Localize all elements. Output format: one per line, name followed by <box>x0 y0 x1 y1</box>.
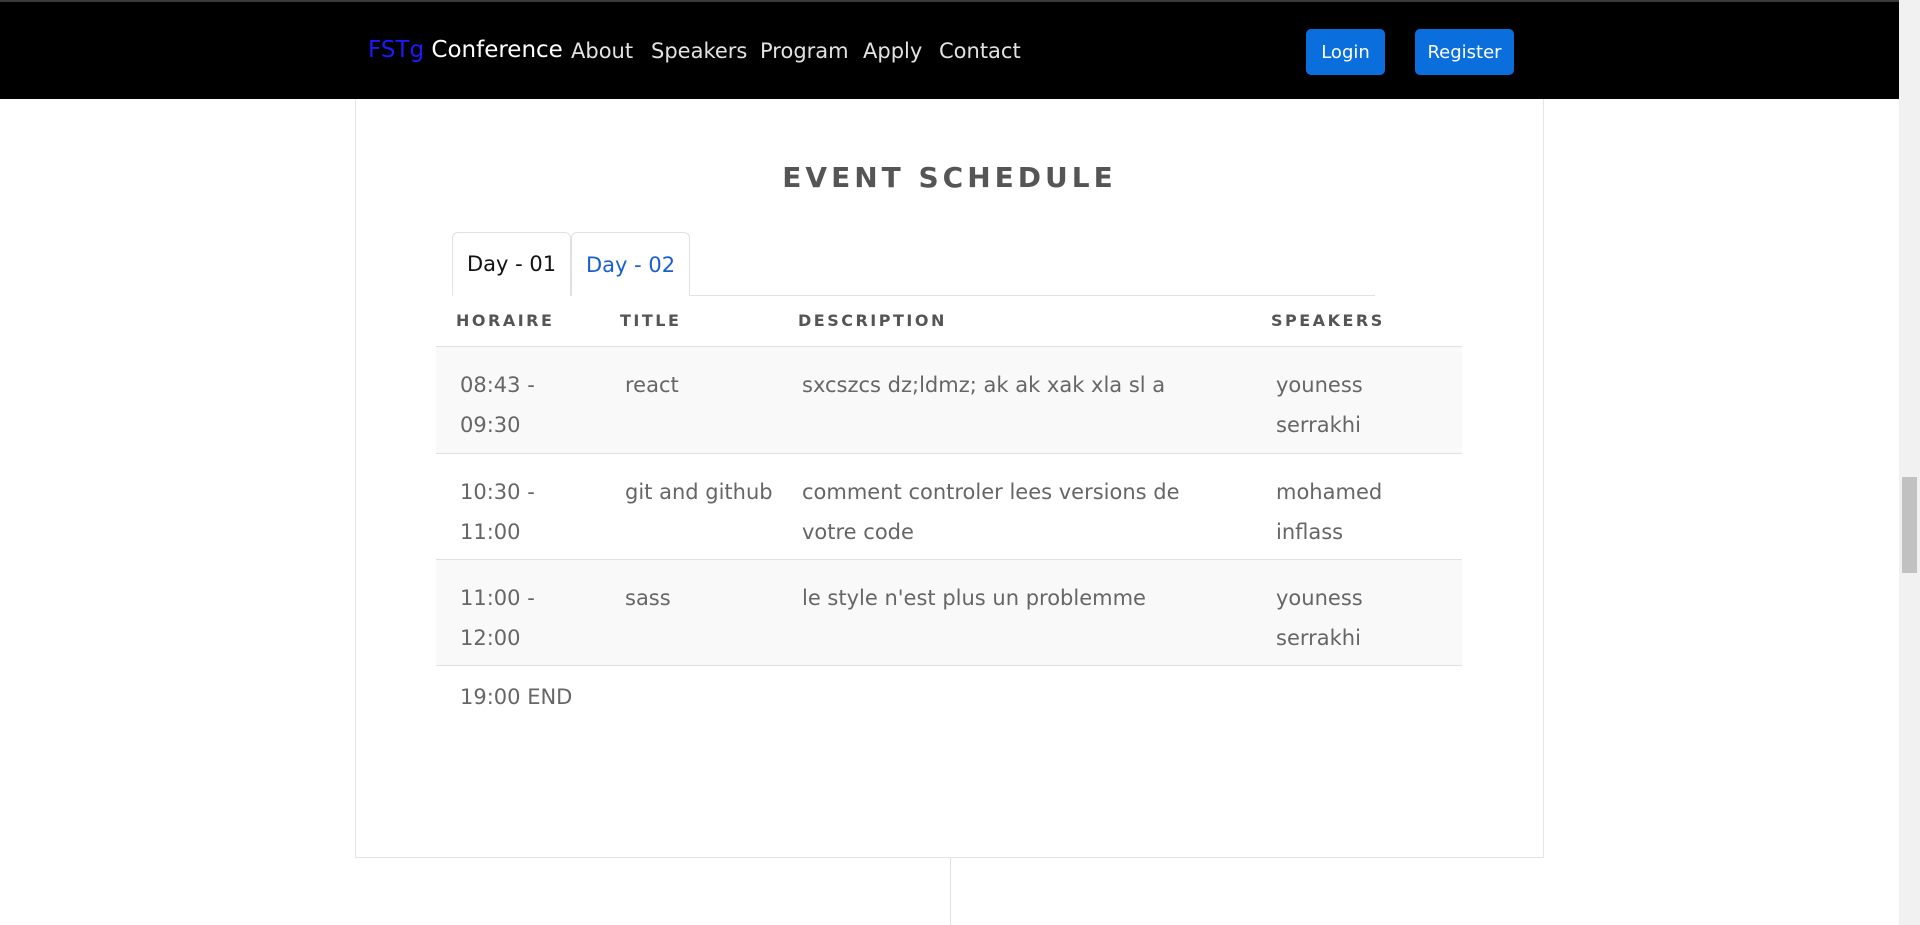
schedule-end-time: 19:00 END <box>460 685 573 709</box>
cell-time: 08:43 - 09:30 <box>460 373 535 437</box>
table-row: 11:00 - 12:00 sass le style n'est plus u… <box>436 559 1462 666</box>
column-header-title: TITLE <box>620 311 682 330</box>
page: FSTg Conference About Speakers Program A… <box>0 0 1920 925</box>
column-header-horaire: HORAIRE <box>456 311 555 330</box>
cell-description: le style n'est plus un problemme <box>802 586 1146 610</box>
column-header-speakers: SPEAKERS <box>1271 311 1385 330</box>
tab-day-02[interactable]: Day - 02 <box>571 232 690 296</box>
nav-link-contact[interactable]: Contact <box>939 38 1021 64</box>
cell-description: sxcszcs dz;ldmz; ak ak xak xla sl a <box>802 373 1166 397</box>
cell-description: comment controler lees versions de votre… <box>802 480 1180 544</box>
cell-time: 10:30 - 11:00 <box>460 480 535 544</box>
table-row: 10:30 - 11:00 git and github comment con… <box>436 453 1462 559</box>
scrollbar-thumb[interactable] <box>1902 477 1917 573</box>
tab-day-01[interactable]: Day - 01 <box>452 232 571 296</box>
cell-speakers: youness serrakhi <box>1276 586 1363 650</box>
nav-link-program[interactable]: Program <box>760 38 849 64</box>
login-button[interactable]: Login <box>1306 29 1385 75</box>
section-divider <box>950 858 951 925</box>
nav-link-apply[interactable]: Apply <box>863 38 922 64</box>
cell-speakers: mohamed inflass <box>1276 480 1383 544</box>
cell-speakers: youness serrakhi <box>1276 373 1363 437</box>
section-title: EVENT SCHEDULE <box>782 161 1117 194</box>
register-button[interactable]: Register <box>1415 29 1514 75</box>
column-header-description: DESCRIPTION <box>798 311 947 330</box>
brand-logo[interactable]: FSTg Conference <box>368 36 563 64</box>
cell-time: 11:00 - 12:00 <box>460 586 535 650</box>
cell-title: sass <box>625 586 671 610</box>
table-row: 08:43 - 09:30 react sxcszcs dz;ldmz; ak … <box>436 346 1462 453</box>
cell-title: git and github <box>625 480 773 504</box>
nav-link-speakers[interactable]: Speakers <box>651 38 747 64</box>
brand-name: Conference <box>431 37 563 63</box>
nav-link-about[interactable]: About <box>571 38 633 64</box>
brand-accent: FSTg <box>368 37 425 63</box>
navbar: FSTg Conference About Speakers Program A… <box>0 0 1899 99</box>
page-scrollbar[interactable] <box>1899 0 1920 925</box>
cell-title: react <box>625 373 679 397</box>
